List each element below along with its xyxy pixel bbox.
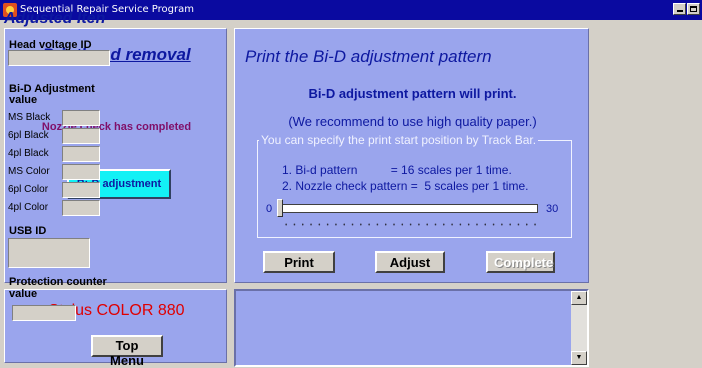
6pl-black-field [62, 128, 100, 144]
adjusted-items-title: Adjusted Iten [4, 10, 106, 27]
track-groupbox: 1. Bi-d pattern = 16 scales per 1 time. … [257, 140, 572, 238]
pattern-subtitle: Bi-D adjustment pattern will print. [308, 86, 517, 101]
ms-color-field [62, 164, 100, 180]
track-min-label: 0 [266, 203, 273, 215]
maximize-button[interactable] [687, 3, 700, 15]
page-title: Print the Bi-D adjustment pattern [245, 47, 492, 66]
print-button[interactable]: Print [263, 251, 335, 273]
complete-button: Complete [486, 251, 555, 273]
6pl-color-label: 6pl Color [8, 184, 49, 195]
4pl-color-label: 4pl Color [8, 202, 49, 213]
ms-black-label: MS Black [8, 112, 51, 123]
scroll-down-icon[interactable]: ▼ [571, 351, 587, 365]
6pl-black-label: 6pl Black [8, 130, 49, 141]
paper-recommendation: (We recommend to use high quality paper.… [288, 114, 537, 129]
top-menu-button[interactable]: Top Menu [91, 335, 163, 368]
ms-black-field [62, 110, 100, 126]
track-bar-thumb[interactable] [277, 199, 283, 217]
4pl-black-label: 4pl Black [8, 148, 49, 159]
adjust-button[interactable]: Adjust [375, 251, 445, 273]
track-max-label: 30 [546, 203, 559, 215]
track-bar-ticks [282, 223, 538, 226]
usb-id-field [8, 238, 90, 268]
model-panel: Stylus COLOR 880 Top Menu [4, 289, 227, 368]
ms-color-label: MS Color [8, 166, 50, 177]
bid-pattern-info: 1. Bi-d pattern = 16 scales per 1 time. [282, 163, 512, 177]
6pl-color-field [62, 182, 100, 198]
4pl-color-field [62, 200, 100, 216]
log-scrollbar[interactable]: ▲ ▼ [571, 291, 587, 365]
bid-pattern-panel: Print the Bi-D adjustment pattern Bi-D a… [234, 28, 589, 283]
protection-counter-field [12, 305, 76, 321]
bid-value-label: Bi-D Adjustment value [9, 83, 95, 106]
scroll-up-icon[interactable]: ▲ [571, 291, 587, 305]
nozzle-pattern-info: 2. Nozzle check pattern = 5 scales per 1… [282, 179, 529, 193]
usb-id-label: USB ID [9, 225, 47, 237]
head-voltage-field [8, 50, 110, 66]
track-groupbox-label: You can specify the print start position… [259, 133, 539, 147]
message-log[interactable]: ▲ ▼ [234, 289, 589, 367]
minimize-button[interactable] [673, 3, 686, 15]
4pl-black-field [62, 146, 100, 162]
track-bar[interactable] [280, 204, 538, 213]
protection-counter-label: Protection counter value [9, 276, 107, 300]
